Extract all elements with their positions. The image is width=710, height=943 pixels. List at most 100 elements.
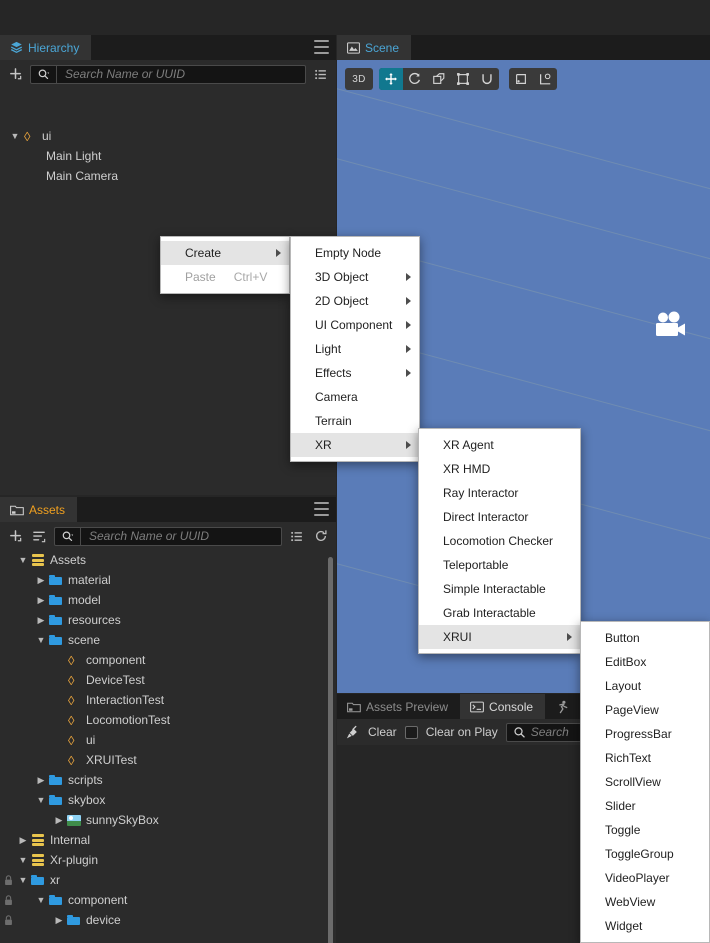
menu-item-2d-object[interactable]: 2D Object <box>291 289 419 313</box>
chevron-down-icon[interactable]: ▼ <box>34 890 48 910</box>
chevron-right-icon[interactable]: ▶ <box>34 770 48 790</box>
menu-item-simple-interactable[interactable]: Simple Interactable <box>419 577 580 601</box>
chevron-down-icon[interactable]: ▼ <box>34 630 48 650</box>
menu-item-empty-node[interactable]: Empty Node <box>291 241 419 265</box>
menu-item-grab-interactable[interactable]: Grab Interactable <box>419 601 580 625</box>
assets-tree-row[interactable]: ◊ component <box>0 650 336 670</box>
menu-item-richtext[interactable]: RichText <box>581 746 709 770</box>
create-submenu[interactable]: Empty Node 3D Object 2D Object UI Component… <box>290 236 420 462</box>
menu-item-layout[interactable]: Layout <box>581 674 709 698</box>
menu-item-terrain[interactable]: Terrain <box>291 409 419 433</box>
search-input[interactable] <box>57 67 305 81</box>
search-input[interactable] <box>81 529 281 543</box>
menu-item-xr-hmd[interactable]: XR HMD <box>419 457 580 481</box>
add-node-icon[interactable] <box>6 65 24 83</box>
assets-tree-row[interactable]: ▶ material <box>0 570 336 590</box>
chevron-right-icon[interactable]: ▶ <box>52 810 66 830</box>
menu-item-locomotion-checker[interactable]: Locomotion Checker <box>419 529 580 553</box>
menu-item-togglegroup[interactable]: ToggleGroup <box>581 842 709 866</box>
xr-submenu[interactable]: XR Agent XR HMD Ray Interactor Direct Inter… <box>418 428 581 654</box>
chevron-right-icon[interactable]: ▶ <box>34 570 48 590</box>
assets-search[interactable] <box>54 526 282 546</box>
menu-item-teleportable[interactable]: Teleportable <box>419 553 580 577</box>
chevron-down-icon[interactable]: ▼ <box>16 870 30 890</box>
assets-tree-row[interactable]: ▼ Xr-plugin <box>0 850 336 870</box>
assets-tree-row[interactable]: ▶ device <box>0 910 336 930</box>
menu-item-progressbar[interactable]: ProgressBar <box>581 722 709 746</box>
menu-item-pageview[interactable]: PageView <box>581 698 709 722</box>
assets-tree-row[interactable]: ▼ component <box>0 890 336 910</box>
magnet-tool-icon[interactable] <box>475 68 499 90</box>
menu-item-ray-interactor[interactable]: Ray Interactor <box>419 481 580 505</box>
chevron-down-icon[interactable]: ▼ <box>16 550 30 570</box>
assets-tree-row[interactable]: ◊ LocomotionTest <box>0 710 336 730</box>
menu-item-widget[interactable]: Widget <box>581 914 709 938</box>
chevron-right-icon[interactable]: ▶ <box>34 590 48 610</box>
rotate-tool-icon[interactable] <box>403 68 427 90</box>
menu-item-ui-component[interactable]: UI Component <box>291 313 419 337</box>
chevron-right-icon[interactable]: ▶ <box>52 910 66 930</box>
assets-tree-row[interactable]: ◊ InteractionTest <box>0 690 336 710</box>
context-menu[interactable]: Create Paste Ctrl+V <box>160 236 290 294</box>
tab-console[interactable]: Console <box>460 694 546 719</box>
menu-item-toggle[interactable]: Toggle <box>581 818 709 842</box>
menu-item-xr[interactable]: XR <box>291 433 419 457</box>
menu-item-xr-agent[interactable]: XR Agent <box>419 433 580 457</box>
clear-button[interactable]: Clear <box>368 725 397 739</box>
list-view-icon[interactable] <box>288 527 306 545</box>
assets-tree-row[interactable]: ▼ Assets <box>0 550 336 570</box>
assets-tree-row[interactable]: ▼ skybox <box>0 790 336 810</box>
chevron-down-icon[interactable]: ▼ <box>16 850 30 870</box>
assets-tree-row[interactable]: ▼ scene <box>0 630 336 650</box>
assets-tree-row[interactable]: ▶ sunnySkyBox <box>0 810 336 830</box>
menu-item-webview[interactable]: WebView <box>581 890 709 914</box>
xrui-submenu[interactable]: Button EditBox Layout PageView ProgressBar Ri… <box>580 621 710 943</box>
menu-item-xrui[interactable]: XRUI <box>419 625 580 649</box>
menu-item-slider[interactable]: Slider <box>581 794 709 818</box>
clear-on-play-checkbox[interactable] <box>404 725 418 739</box>
sort-icon[interactable] <box>30 527 48 545</box>
tab-scene[interactable]: Scene <box>337 35 412 60</box>
hierarchy-menu-icon[interactable] <box>314 40 329 54</box>
hierarchy-node-ui[interactable]: ▼ ◊ ui <box>0 126 336 146</box>
menu-item-3d-object[interactable]: 3D Object <box>291 265 419 289</box>
assets-tree-row[interactable]: ◊ XRUITest <box>0 750 336 770</box>
tab-assets-preview[interactable]: Assets Preview <box>337 694 461 719</box>
menu-item-scrollview[interactable]: ScrollView <box>581 770 709 794</box>
assets-tree-row[interactable]: ▶ Internal <box>0 830 336 850</box>
move-tool-icon[interactable] <box>379 68 403 90</box>
chevron-down-icon[interactable]: ▼ <box>34 790 48 810</box>
pivot-toggle-icon[interactable] <box>509 68 533 90</box>
assets-tree-row[interactable]: ▶ resources <box>0 610 336 630</box>
menu-item-videoplayer[interactable]: VideoPlayer <box>581 866 709 890</box>
scale-tool-icon[interactable] <box>427 68 451 90</box>
menu-item-button[interactable]: Button <box>581 626 709 650</box>
assets-tree-row[interactable]: ◊ DeviceTest <box>0 670 336 690</box>
menu-item-direct-interactor[interactable]: Direct Interactor <box>419 505 580 529</box>
assets-tree-row[interactable]: ▶ model <box>0 590 336 610</box>
assets-tree-row[interactable]: ▼ xr <box>0 870 336 890</box>
coordinate-toggle-icon[interactable] <box>533 68 557 90</box>
menu-item-camera[interactable]: Camera <box>291 385 419 409</box>
menu-item-editbox[interactable]: EditBox <box>581 650 709 674</box>
assets-tree-row[interactable]: ◊ ui <box>0 730 336 750</box>
chevron-right-icon[interactable]: ▶ <box>34 610 48 630</box>
chevron-down-icon[interactable]: ▼ <box>8 126 22 146</box>
hierarchy-search[interactable] <box>30 64 306 84</box>
add-asset-icon[interactable] <box>6 527 24 545</box>
assets-menu-icon[interactable] <box>314 502 329 516</box>
menu-item-effects[interactable]: Effects <box>291 361 419 385</box>
chevron-right-icon[interactable]: ▶ <box>16 830 30 850</box>
tab-assets[interactable]: Assets <box>0 497 78 522</box>
hierarchy-node-main-camera[interactable]: Main Camera <box>0 166 336 186</box>
list-view-icon[interactable] <box>312 65 330 83</box>
menu-item-light[interactable]: Light <box>291 337 419 361</box>
tab-hierarchy[interactable]: Hierarchy <box>0 35 92 60</box>
camera-gizmo[interactable] <box>652 310 688 345</box>
clear-on-play-label[interactable]: Clear on Play <box>426 725 498 739</box>
refresh-icon[interactable] <box>312 527 330 545</box>
toggle-3d-button[interactable]: 3D <box>345 68 373 90</box>
assets-scrollbar[interactable] <box>328 557 333 943</box>
assets-tree-row[interactable]: ▶ scripts <box>0 770 336 790</box>
hierarchy-node-main-light[interactable]: Main Light <box>0 146 336 166</box>
